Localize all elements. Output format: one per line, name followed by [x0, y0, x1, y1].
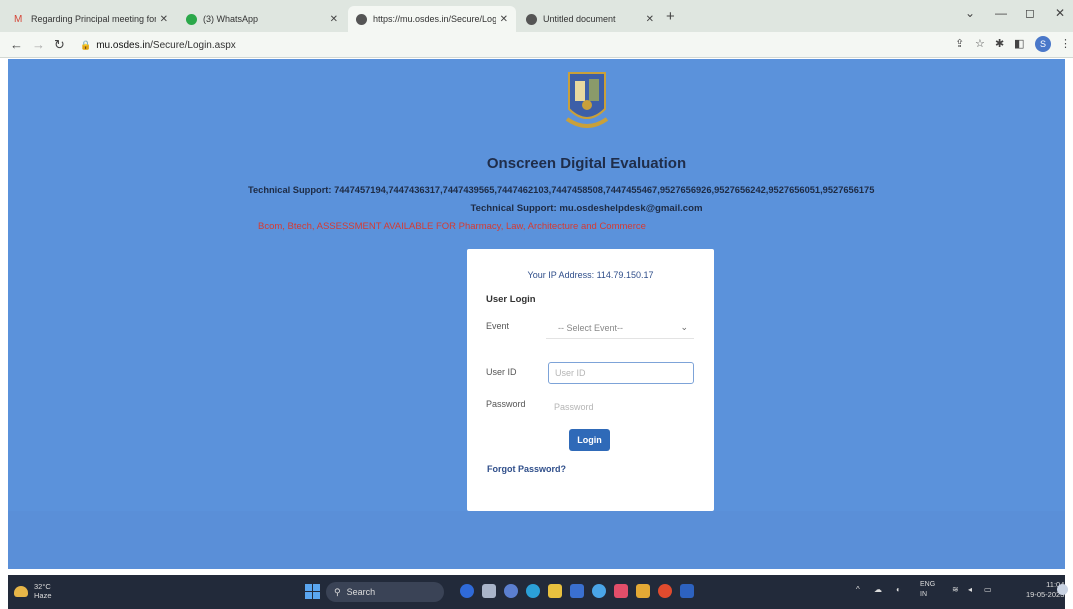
network-status-icon[interactable]: ☁ — [874, 585, 882, 594]
maximize-icon[interactable]: ◻ — [1025, 6, 1035, 20]
tab-search-icon[interactable]: ⌄ — [965, 6, 975, 20]
gmail-icon: M — [14, 13, 23, 25]
technical-support-phones: Technical Support: 7447457194,7447436317… — [248, 185, 875, 195]
tab-gmail[interactable]: M Regarding Principal meeting for ✕ — [6, 6, 176, 32]
chat-icon[interactable] — [504, 584, 518, 598]
wifi-icon[interactable]: ≋ — [952, 585, 959, 594]
file-explorer-icon[interactable] — [548, 584, 562, 598]
weather-condition: Haze — [34, 591, 52, 600]
lock-icon: 🔒 — [80, 39, 92, 50]
event-select-value: -- Select Event-- — [558, 322, 624, 333]
word-icon[interactable] — [680, 584, 694, 598]
back-icon[interactable]: ← — [10, 37, 23, 52]
page-title: Onscreen Digital Evaluation — [486, 155, 687, 172]
search-icon: ⚲ — [334, 586, 341, 597]
browser-tab-bar: M Regarding Principal meeting for ✕ (3) … — [0, 0, 1073, 32]
tab-osdes-login[interactable]: https://mu.osdes.in/Secure/Logi ✕ — [348, 6, 516, 32]
url-text: mu.osdes.in/Secure/Login.aspx — [96, 39, 236, 51]
folder-icon[interactable] — [636, 584, 650, 598]
chrome-icon[interactable] — [658, 584, 672, 598]
minimize-icon[interactable]: — — [995, 6, 1007, 20]
globe-icon — [356, 13, 367, 25]
login-heading: User Login — [486, 294, 536, 305]
language-indicator[interactable]: ENG IN — [920, 580, 935, 600]
userid-input[interactable] — [548, 362, 694, 384]
bookmark-star-icon[interactable]: ☆ — [975, 37, 985, 50]
bing-icon[interactable] — [460, 584, 474, 598]
tab-untitled-document[interactable]: Untitled document ✕ — [518, 6, 662, 32]
security-icon[interactable]: ◐ — [896, 585, 901, 594]
event-label: Event — [486, 321, 510, 331]
tab-title: Regarding Principal meeting for — [31, 14, 156, 24]
mail-icon[interactable] — [570, 584, 584, 598]
tab-title: https://mu.osdes.in/Secure/Logi — [373, 14, 496, 24]
tab-whatsapp[interactable]: (3) WhatsApp ✕ — [178, 6, 346, 32]
menu-icon[interactable]: ⋮ — [1060, 37, 1071, 50]
windows-start-icon[interactable] — [305, 584, 320, 599]
url-field[interactable]: 🔒 mu.osdes.in/Secure/Login.aspx — [80, 35, 960, 55]
notification-icon[interactable] — [1057, 584, 1068, 595]
share-icon[interactable]: ⇪ — [955, 37, 964, 50]
forward-icon[interactable]: → — [32, 37, 45, 52]
close-tab-icon[interactable]: ✕ — [160, 14, 168, 25]
taskbar-search[interactable]: ⚲ Search — [326, 582, 444, 602]
store-icon[interactable] — [592, 584, 606, 598]
globe-icon — [526, 13, 537, 25]
assessment-notice: Bcom, Btech, ASSESSMENT AVAILABLE FOR Ph… — [258, 221, 646, 232]
password-label: Password — [486, 399, 526, 409]
university-emblem-icon — [565, 72, 609, 128]
reload-icon[interactable]: ↻ — [54, 37, 65, 53]
search-label: Search — [346, 587, 376, 597]
event-select[interactable]: -- Select Event-- ⌄ — [546, 317, 694, 339]
volume-icon[interactable]: ◂ — [968, 585, 972, 594]
profile-avatar[interactable]: S — [1035, 36, 1051, 52]
weather-haze-icon — [14, 585, 28, 597]
close-tab-icon[interactable]: ✕ — [646, 14, 654, 25]
close-tab-icon[interactable]: ✕ — [330, 14, 338, 25]
ip-address: Your IP Address: 114.79.150.17 — [527, 270, 654, 280]
edge-icon[interactable] — [526, 584, 540, 598]
extensions-icon[interactable]: ✱ — [995, 37, 1004, 50]
password-input[interactable] — [548, 396, 694, 418]
battery-icon[interactable]: ▭ — [984, 585, 992, 594]
login-card: Your IP Address: 114.79.150.17 User Logi… — [467, 249, 714, 511]
userid-label: User ID — [486, 367, 517, 377]
new-tab-icon[interactable]: + — [666, 8, 675, 25]
windows-taskbar: 32°C Haze ⚲ Search ^ ☁ ◐ ENG IN ≋ ◂ ▭ 11… — [8, 575, 1068, 609]
chevron-down-icon: ⌄ — [680, 322, 688, 332]
region-code: IN — [920, 591, 927, 598]
media-app-icon[interactable] — [614, 584, 628, 598]
show-hidden-icons[interactable]: ^ — [856, 585, 860, 594]
login-button[interactable]: Login — [569, 429, 610, 451]
language-code: ENG — [920, 581, 936, 588]
login-page: Onscreen Digital Evaluation Technical Su… — [8, 59, 1065, 569]
close-window-icon[interactable]: ✕ — [1055, 6, 1065, 20]
address-bar: ← → ↻ 🔒 mu.osdes.in/Secure/Login.aspx ⇪ … — [0, 32, 1073, 58]
forgot-password-link[interactable]: Forgot Password? — [487, 464, 566, 474]
weather-temperature: 32°C — [34, 582, 51, 591]
tab-title: (3) WhatsApp — [203, 14, 259, 24]
side-panel-icon[interactable]: ◧ — [1014, 37, 1024, 50]
task-view-icon[interactable] — [482, 584, 496, 598]
weather-widget[interactable]: 32°C Haze — [14, 582, 52, 600]
tab-title: Untitled document — [543, 14, 616, 24]
technical-support-email: Technical Support: mu.osdeshelpdesk@gmai… — [470, 203, 703, 214]
whatsapp-icon — [186, 13, 197, 25]
close-tab-icon[interactable]: ✕ — [500, 14, 508, 25]
